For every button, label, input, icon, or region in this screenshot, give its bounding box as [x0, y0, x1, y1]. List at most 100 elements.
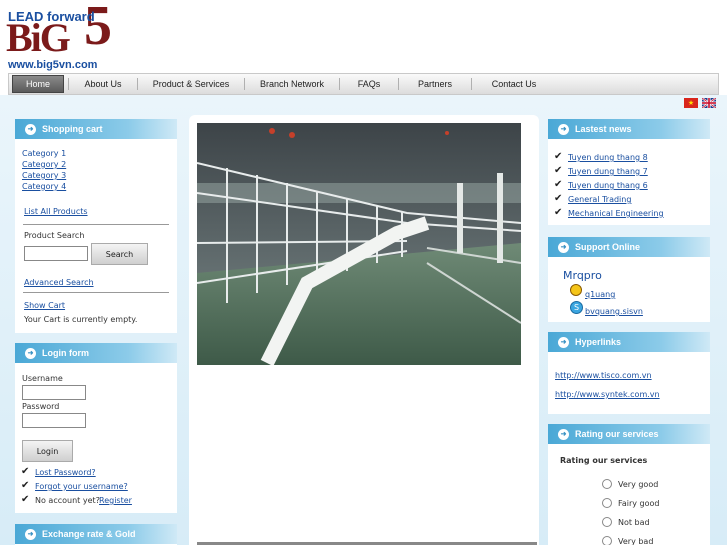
hyperlinks-box: ➜ Hyperlinks http://www.tisco.com.vn htt…	[548, 332, 710, 414]
rating-body: Rating our services Very good Fairy good…	[548, 444, 710, 545]
hyperlink-syntek[interactable]: http://www.syntek.com.vn	[555, 390, 660, 399]
check-icon: ✔	[21, 480, 30, 491]
arrow-right-icon: ➜	[558, 241, 569, 253]
hyperlink-tisco[interactable]: http://www.tisco.com.vn	[555, 371, 652, 380]
shopping-cart-box: ➜ Shopping cart Category 1 Category 2 Ca…	[15, 119, 177, 333]
login-form-title: Login form	[42, 348, 89, 358]
latest-news-box: ➜ Lastest news ✔ Tuyen dung thang 8 ✔ Tu…	[548, 119, 710, 225]
yahoo-messenger-icon[interactable]	[570, 284, 582, 296]
latest-news-title: Lastest news	[575, 124, 632, 134]
uk-flag-graphic	[702, 98, 716, 108]
news-link-4[interactable]: General Trading	[568, 195, 631, 204]
hyperlinks-title: Hyperlinks	[575, 337, 622, 347]
search-button[interactable]: Search	[91, 243, 148, 265]
logo-url: www.big5vn.com	[8, 59, 98, 71]
divider	[23, 292, 169, 293]
uk-flag-icon[interactable]	[702, 98, 716, 108]
password-input[interactable]	[22, 413, 86, 428]
nav-branch-network[interactable]: Branch Network	[245, 75, 339, 93]
username-input[interactable]	[22, 385, 86, 400]
password-label: Password	[22, 402, 60, 411]
check-icon: ✔	[554, 179, 563, 190]
news-link-2[interactable]: Tuyen dung thang 7	[568, 167, 648, 176]
arrow-right-icon: ➜	[25, 347, 36, 359]
login-form-header: ➜ Login form	[15, 343, 177, 363]
rating-question: Rating our services	[560, 456, 648, 465]
arrow-right-icon: ➜	[25, 123, 36, 135]
arrow-right-icon: ➜	[25, 528, 36, 540]
shopping-cart-title: Shopping cart	[42, 124, 103, 134]
check-icon: ✔	[21, 494, 30, 505]
nav-about-us[interactable]: About Us	[69, 75, 137, 93]
product-search-input[interactable]	[24, 246, 88, 261]
arrow-right-icon: ➜	[558, 428, 569, 440]
main-content	[189, 115, 539, 545]
login-form-body: Username Password Login ✔ Lost Password?…	[15, 363, 177, 513]
list-all-products-link[interactable]: List All Products	[24, 207, 88, 216]
rating-radio-very-bad[interactable]	[602, 536, 612, 545]
category-link-2[interactable]: Category 2	[22, 160, 66, 169]
exchange-rate-title: Exchange rate & Gold	[42, 529, 136, 539]
show-cart-link[interactable]: Show Cart	[24, 301, 65, 310]
rating-header: ➜ Rating our services	[548, 424, 710, 444]
check-icon: ✔	[554, 151, 563, 162]
category-link-3[interactable]: Category 3	[22, 171, 66, 180]
header: BiG 5 LEAD forward www.big5vn.com	[0, 0, 727, 72]
nav-home[interactable]: Home	[12, 75, 64, 93]
no-account-text: No account yet?	[35, 496, 100, 505]
exchange-rate-box: ➜ Exchange rate & Gold	[15, 524, 177, 545]
news-link-3[interactable]: Tuyen dung thang 6	[568, 181, 648, 190]
rating-radio-not-bad[interactable]	[602, 517, 612, 527]
product-search-label: Product Search	[24, 231, 85, 240]
rating-option-label: Not bad	[618, 518, 650, 527]
check-icon: ✔	[554, 207, 563, 218]
exchange-rate-header: ➜ Exchange rate & Gold	[15, 524, 177, 544]
rating-option-label: Very bad	[618, 537, 654, 545]
skype-contact-link[interactable]: bvquang.sisvn	[585, 307, 643, 316]
rating-option-label: Very good	[618, 480, 659, 489]
support-online-box: ➜ Support Online Mrqpro q1uang S bvquang…	[548, 237, 710, 322]
shopping-cart-body: Category 1 Category 2 Category 3 Categor…	[15, 139, 177, 333]
arrow-right-icon: ➜	[558, 123, 569, 135]
forgot-username-link[interactable]: Forgot your username?	[35, 482, 128, 491]
login-button[interactable]: Login	[22, 440, 73, 462]
yahoo-contact-link[interactable]: q1uang	[585, 290, 615, 299]
main-nav: Home About Us Product & Services Branch …	[8, 73, 719, 95]
nav-partners[interactable]: Partners	[399, 75, 471, 93]
hyperlinks-body: http://www.tisco.com.vn http://www.synte…	[548, 352, 710, 414]
nav-product-services[interactable]: Product & Services	[138, 75, 244, 93]
rating-radio-very-good[interactable]	[602, 479, 612, 489]
lost-password-link[interactable]: Lost Password?	[35, 468, 96, 477]
category-link-1[interactable]: Category 1	[22, 149, 66, 158]
factory-conveyor-graphic	[197, 123, 521, 365]
latest-news-body: ✔ Tuyen dung thang 8 ✔ Tuyen dung thang …	[548, 139, 710, 225]
hyperlinks-header: ➜ Hyperlinks	[548, 332, 710, 352]
news-link-1[interactable]: Tuyen dung thang 8	[568, 153, 648, 162]
cart-status-text: Your Cart is currently empty.	[24, 315, 138, 324]
rating-radio-fairy-good[interactable]	[602, 498, 612, 508]
username-label: Username	[22, 374, 63, 383]
rating-option-label: Fairy good	[618, 499, 660, 508]
advanced-search-link[interactable]: Advanced Search	[24, 278, 94, 287]
skype-icon[interactable]: S	[570, 301, 583, 314]
divider	[23, 224, 169, 225]
latest-news-header: ➜ Lastest news	[548, 119, 710, 139]
support-online-title: Support Online	[575, 242, 640, 252]
shopping-cart-header: ➜ Shopping cart	[15, 119, 177, 139]
check-icon: ✔	[21, 466, 30, 477]
rating-box: ➜ Rating our services Rating our service…	[548, 424, 710, 545]
support-name: Mrqpro	[563, 269, 602, 282]
support-online-header: ➜ Support Online	[548, 237, 710, 257]
check-icon: ✔	[554, 165, 563, 176]
factory-conveyor-photo	[197, 123, 521, 365]
nav-faqs[interactable]: FAQs	[340, 75, 398, 93]
support-online-body: Mrqpro q1uang S bvquang.sisvn	[548, 257, 710, 322]
register-link[interactable]: Register	[99, 496, 132, 505]
logo-tagline: LEAD forward	[8, 9, 95, 24]
nav-contact-us[interactable]: Contact Us	[472, 75, 556, 93]
login-form-box: ➜ Login form Username Password Login ✔ L…	[15, 343, 177, 513]
arrow-right-icon: ➜	[558, 336, 569, 348]
category-link-4[interactable]: Category 4	[22, 182, 66, 191]
news-link-5[interactable]: Mechanical Engineering	[568, 209, 664, 218]
vietnam-flag-icon[interactable]: ★	[684, 98, 698, 108]
